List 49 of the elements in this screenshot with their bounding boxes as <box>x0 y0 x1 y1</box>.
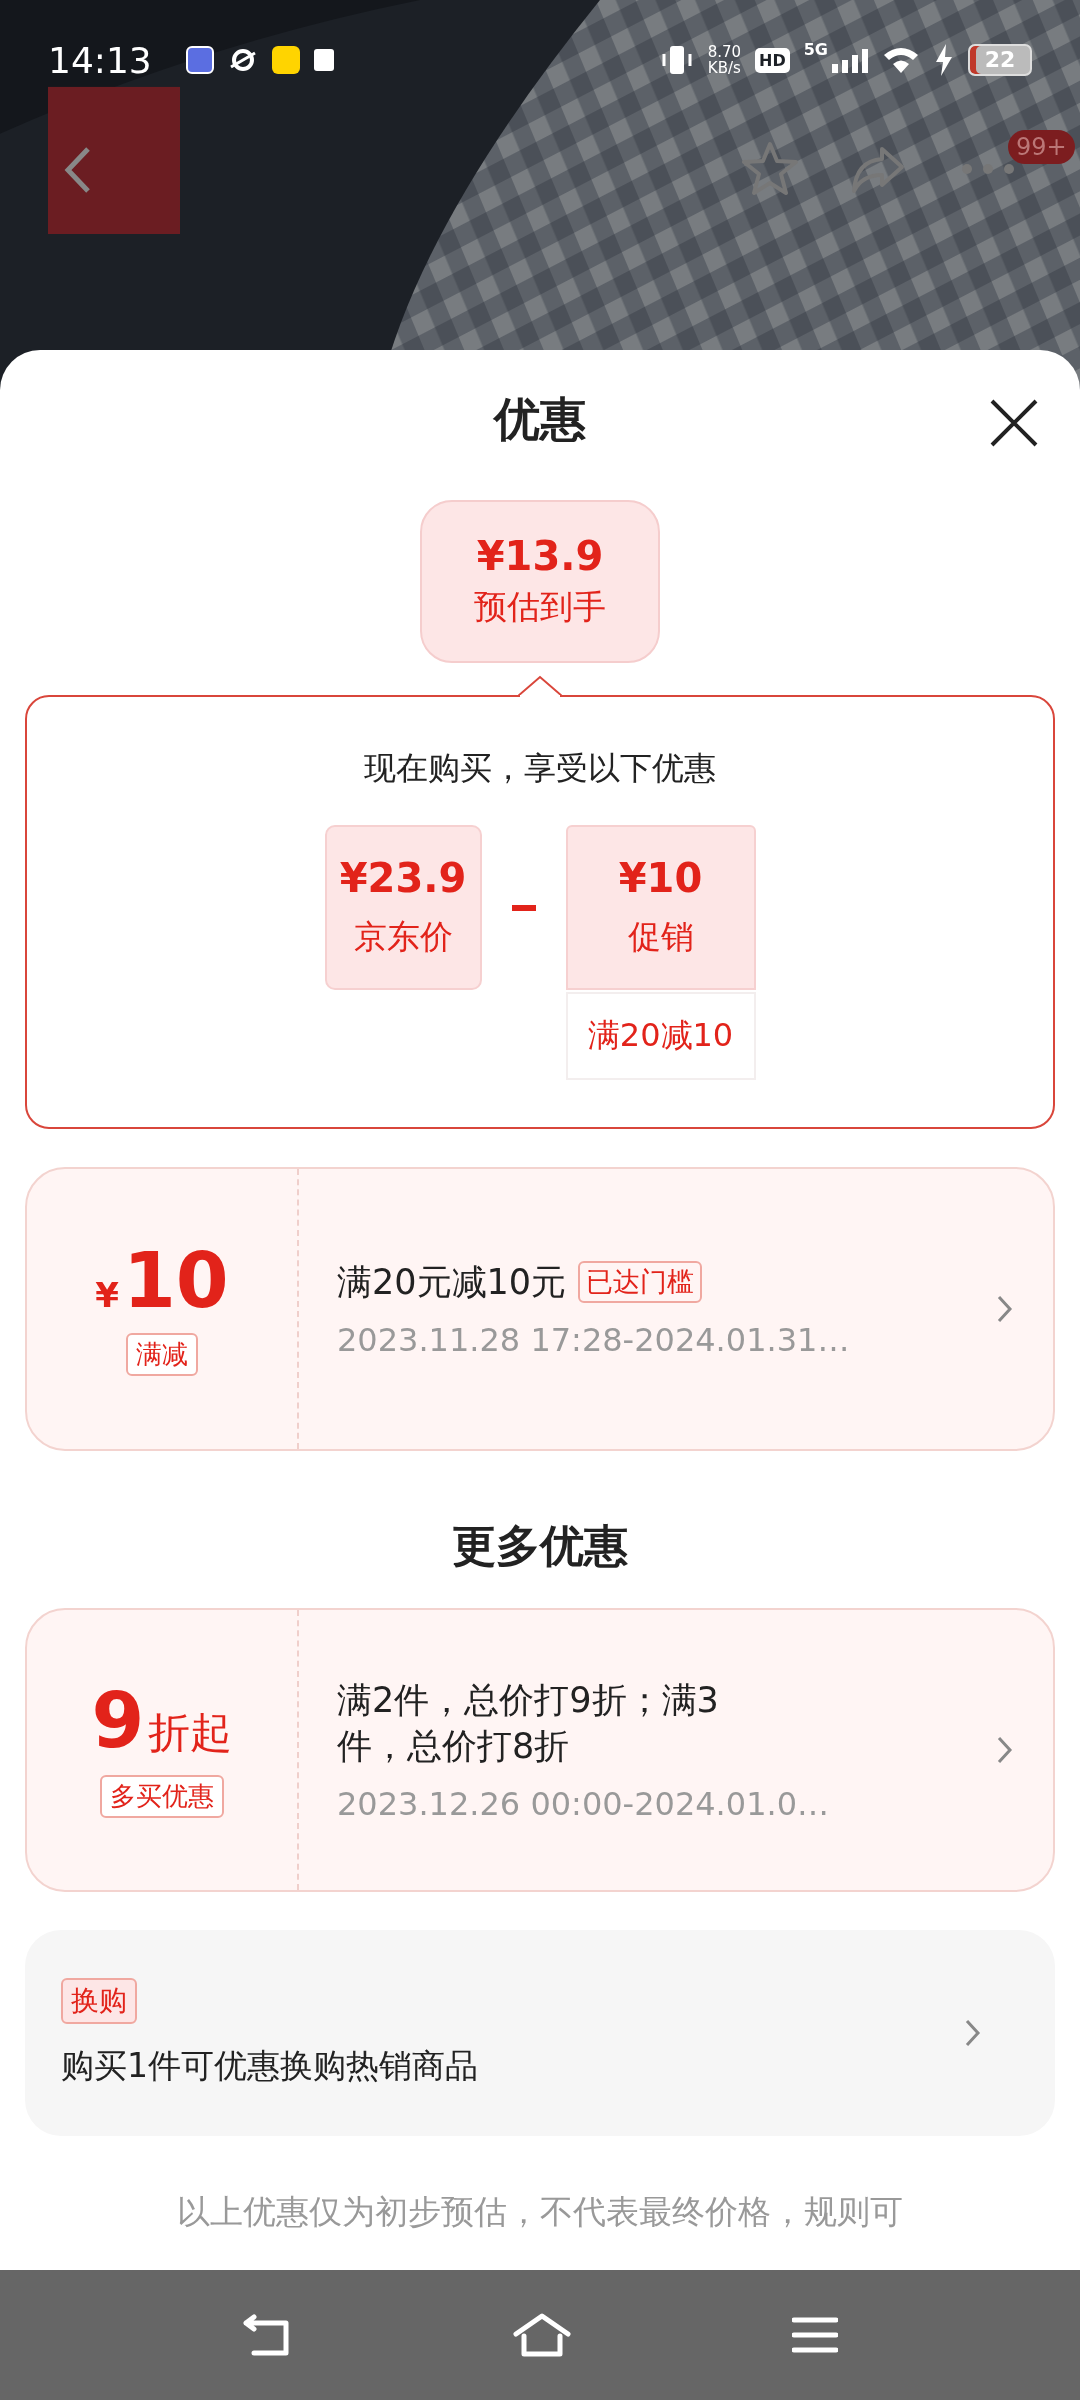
chevron-icon <box>965 2019 981 2047</box>
star-icon[interactable] <box>740 140 800 198</box>
charging-icon <box>934 44 954 76</box>
coupon-period: 2023.11.28 17:28-2024.01.31… <box>337 1321 851 1359</box>
section-title: 更多优惠 <box>452 1519 628 1573</box>
close-icon[interactable] <box>989 398 1039 448</box>
exchange-tag: 换购 <box>61 1977 137 2024</box>
exchange-card[interactable]: 换购 购买1件可优惠换购热销商品 <box>25 1930 1055 2136</box>
chevron-icon <box>997 1736 1013 1764</box>
network-type: 5G <box>803 40 828 59</box>
coupon-amount: 9 <box>91 1682 145 1759</box>
home-icon[interactable] <box>512 2312 572 2358</box>
coupon-card[interactable]: 9折起 多买优惠 满2件，总价打9折；满3件，总价打8折 2023.12.26 00:00-2024.01.0… <box>25 1608 1055 1892</box>
coupon-title: 满20元减10元 <box>337 1261 567 1304</box>
coupon-tag: 满减 <box>126 1332 198 1376</box>
clock: 14:13 <box>48 39 152 81</box>
back-icon[interactable] <box>242 2313 292 2357</box>
coupon-card[interactable]: ¥10 满减 满20元减10元 已达门槛 2023.11.28 17:28-2024.01.31… <box>25 1167 1055 1451</box>
notification-badge: 99+ <box>1008 130 1075 164</box>
coupon-unit: 折起 <box>148 1706 233 1759</box>
currency-symbol: ¥ <box>95 1274 119 1315</box>
disclaimer-text: 以上优惠仅为初步预估，不代表最终价格，规则可 <box>177 2191 903 2233</box>
coupon-amount: 10 <box>122 1242 229 1319</box>
sheet-title: 优惠 <box>494 391 586 448</box>
breakdown-heading: 现在购买，享受以下优惠 <box>364 748 716 789</box>
network-speed: 8.70 KB/s <box>707 44 742 76</box>
app-icon <box>185 46 214 74</box>
back-icon[interactable] <box>62 145 92 195</box>
hd-indicator: HD <box>755 47 790 73</box>
tile-price: ¥10 <box>618 855 703 901</box>
promotion-note: 满20减10 <box>565 992 756 1080</box>
app-icon <box>271 46 300 74</box>
coupon-tag: 多买优惠 <box>100 1774 224 1818</box>
coupon-title: 满2件，总价打9折；满3件，总价打8折 <box>337 1679 720 1768</box>
wifi-icon <box>882 45 920 75</box>
estimate-label: 预估到手 <box>474 586 606 628</box>
battery-indicator: 22 <box>968 44 1032 76</box>
app-icon <box>313 49 334 71</box>
signal-icon <box>832 47 868 73</box>
tile-label: 京东价 <box>353 916 453 958</box>
minus-icon <box>511 905 536 911</box>
menu-icon[interactable] <box>792 2316 838 2354</box>
coupon-period: 2023.12.26 00:00-2024.01.0… <box>337 1785 830 1823</box>
threshold-badge: 已达门槛 <box>578 1261 703 1303</box>
estimate-price: ¥13.9 <box>476 533 604 579</box>
chevron-icon <box>997 1295 1013 1323</box>
exchange-text: 购买1件可优惠换购热销商品 <box>61 2044 478 2087</box>
tile-label: 促销 <box>627 916 694 958</box>
tile-price: ¥23.9 <box>339 855 467 901</box>
